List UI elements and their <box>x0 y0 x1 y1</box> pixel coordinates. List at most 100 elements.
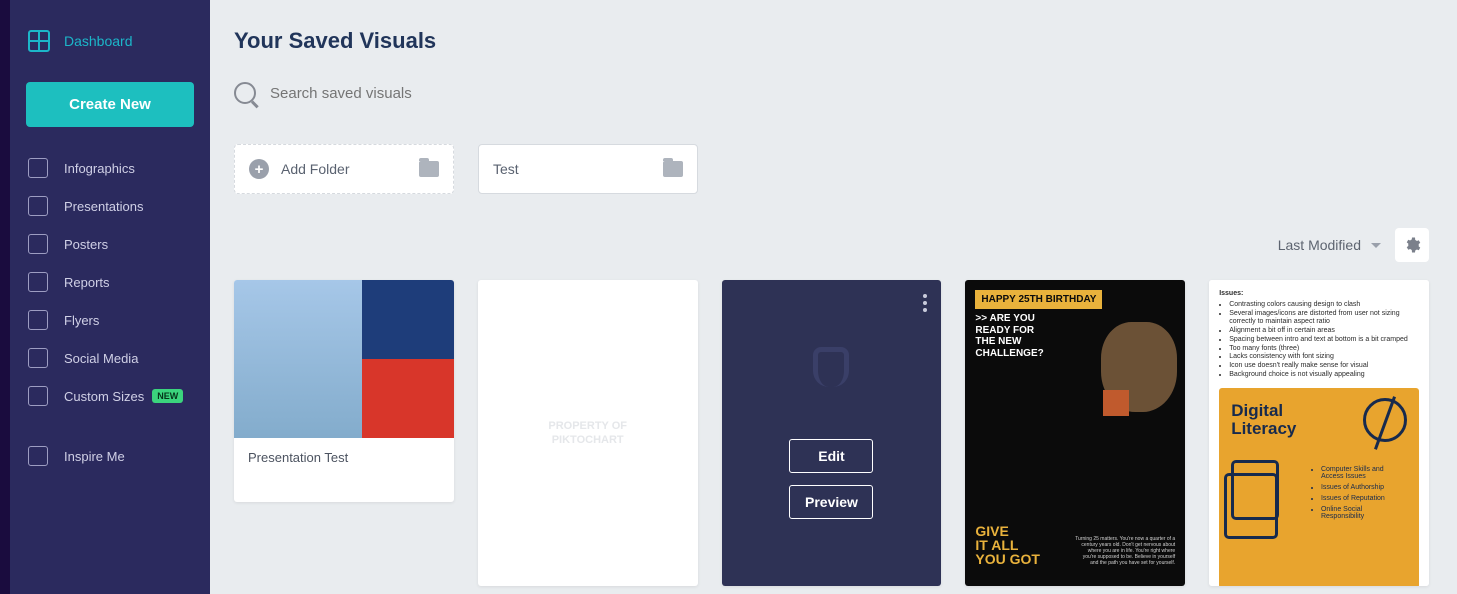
globe-icon <box>1363 398 1407 442</box>
sidebar-item-inspire-me[interactable]: Inspire Me <box>10 437 210 475</box>
preview-button[interactable]: Preview <box>789 485 873 519</box>
folder-icon <box>663 161 683 177</box>
watermark-line2: PIKTOCHART <box>548 433 627 447</box>
square-graphic <box>1103 390 1129 416</box>
visual-card-hovered[interactable]: Edit Preview <box>722 280 942 586</box>
sidebar: Dashboard Create New Infographics Presen… <box>10 0 210 594</box>
sidebar-nav: Infographics Presentations Posters Repor… <box>10 149 210 415</box>
visual-title: Presentation Test <box>234 438 454 501</box>
visual-card-digital-literacy[interactable]: Issues: Contrasting colors causing desig… <box>1209 280 1429 586</box>
dl-bullet: Issues of Reputation <box>1321 495 1407 502</box>
nav-label: Social Media <box>64 351 138 366</box>
piktochart-logo-icon <box>813 347 849 387</box>
card-overlay: Edit Preview <box>722 280 942 586</box>
sidebar-nav-secondary: Inspire Me <box>10 437 210 475</box>
issue-item: Lacks consistency with font sizing <box>1229 353 1419 362</box>
issue-item: Contrasting colors causing design to cla… <box>1229 301 1419 310</box>
edit-button[interactable]: Edit <box>789 439 873 473</box>
give-text: GIVE IT ALL YOU GOT <box>975 524 1040 566</box>
edit-label: Edit <box>818 448 844 464</box>
sort-dropdown[interactable]: Last Modified <box>1278 237 1381 253</box>
dl-bullet: Online Social Responsibility <box>1321 506 1407 520</box>
create-new-button[interactable]: Create New <box>26 82 194 127</box>
visual-thumbnail: Edit Preview <box>722 280 942 586</box>
give-line: YOU GOT <box>975 552 1040 566</box>
folder-test[interactable]: Test <box>478 144 698 194</box>
folders-row: + Add Folder Test <box>234 144 1429 194</box>
issue-item: Spacing between intro and text at bottom… <box>1229 336 1419 345</box>
chevron-down-icon <box>1371 243 1381 248</box>
issue-item: Several images/icons are distorted from … <box>1229 310 1419 328</box>
gear-icon <box>1403 236 1421 254</box>
fine-print: Turning 25 matters. You're now a quarter… <box>1075 536 1175 566</box>
visual-thumbnail <box>234 280 454 438</box>
sidebar-dashboard-label: Dashboard <box>64 33 133 49</box>
issue-item: Background choice is not visually appeal… <box>1229 371 1419 380</box>
folder-icon <box>419 161 439 177</box>
search-row <box>234 82 1429 104</box>
issue-item: Alignment a bit off in certain areas <box>1229 327 1419 336</box>
sidebar-item-flyers[interactable]: Flyers <box>10 301 210 339</box>
social-media-icon <box>28 348 48 368</box>
sidebar-item-social-media[interactable]: Social Media <box>10 339 210 377</box>
dl-bullet: Computer Skills and Access Issues <box>1321 466 1407 480</box>
posters-icon <box>28 234 48 254</box>
dl-bullet: Issues of Authorship <box>1321 484 1407 491</box>
sort-row: Last Modified <box>234 228 1429 262</box>
visuals-row: Presentation Test PROPERTY OF PIKTOCHART… <box>234 280 1429 586</box>
inspire-icon <box>28 446 48 466</box>
sort-label: Last Modified <box>1278 237 1361 253</box>
birthday-headline: HAPPY 25TH BIRTHDAY <box>975 290 1102 309</box>
sidebar-item-reports[interactable]: Reports <box>10 263 210 301</box>
orange-panel: Digital Literacy Computer Skills and Acc… <box>1219 388 1419 587</box>
settings-button[interactable] <box>1395 228 1429 262</box>
sidebar-item-posters[interactable]: Posters <box>10 225 210 263</box>
create-new-label: Create New <box>69 96 151 113</box>
search-input[interactable] <box>270 85 590 102</box>
nav-label: Posters <box>64 237 108 252</box>
visual-thumbnail: HAPPY 25TH BIRTHDAY >> ARE YOU READY FOR… <box>965 280 1185 586</box>
flyers-icon <box>28 310 48 330</box>
window-edge <box>0 0 10 594</box>
nav-label: Reports <box>64 275 110 290</box>
visual-card-watermark[interactable]: PROPERTY OF PIKTOCHART <box>478 280 698 586</box>
main-content: Your Saved Visuals + Add Folder Test Las… <box>210 0 1457 594</box>
visual-card-birthday[interactable]: HAPPY 25TH BIRTHDAY >> ARE YOU READY FOR… <box>965 280 1185 586</box>
add-folder-label: Add Folder <box>281 161 349 177</box>
issues-block: Issues: Contrasting colors causing desig… <box>1219 290 1419 380</box>
give-line: GIVE <box>975 524 1040 538</box>
watermark-line1: PROPERTY OF <box>548 419 627 433</box>
search-icon <box>234 82 256 104</box>
reports-icon <box>28 272 48 292</box>
add-folder-button[interactable]: + Add Folder <box>234 144 454 194</box>
preview-label: Preview <box>805 494 858 510</box>
visual-thumbnail: Issues: Contrasting colors causing desig… <box>1209 280 1429 586</box>
visual-thumbnail: PROPERTY OF PIKTOCHART <box>478 280 698 586</box>
plus-icon: + <box>249 159 269 179</box>
issues-list: Contrasting colors causing design to cla… <box>1229 301 1419 380</box>
nav-label: Custom Sizes <box>64 389 144 404</box>
issues-heading: Issues: <box>1219 290 1419 299</box>
presentations-icon <box>28 196 48 216</box>
issue-item: Too many fonts (three) <box>1229 345 1419 354</box>
visual-card-presentation-test[interactable]: Presentation Test <box>234 280 454 502</box>
sidebar-item-custom-sizes[interactable]: Custom Sizes NEW <box>10 377 210 415</box>
nav-label: Inspire Me <box>64 449 125 464</box>
nav-label: Presentations <box>64 199 144 214</box>
more-menu-icon[interactable] <box>923 294 927 312</box>
new-badge: NEW <box>152 389 183 403</box>
give-line: IT ALL <box>975 538 1040 552</box>
sidebar-dashboard[interactable]: Dashboard <box>10 24 210 70</box>
custom-sizes-icon <box>28 386 48 406</box>
issue-item: Icon use doesn't really make sense for v… <box>1229 362 1419 371</box>
dashboard-icon <box>28 30 50 52</box>
nav-label: Infographics <box>64 161 135 176</box>
nav-label: Flyers <box>64 313 99 328</box>
sidebar-item-infographics[interactable]: Infographics <box>10 149 210 187</box>
tablet-icon <box>1231 460 1279 520</box>
page-title: Your Saved Visuals <box>234 28 1429 54</box>
dl-bullets: Computer Skills and Access Issues Issues… <box>1311 466 1407 524</box>
infographics-icon <box>28 158 48 178</box>
folder-label: Test <box>493 161 519 177</box>
sidebar-item-presentations[interactable]: Presentations <box>10 187 210 225</box>
